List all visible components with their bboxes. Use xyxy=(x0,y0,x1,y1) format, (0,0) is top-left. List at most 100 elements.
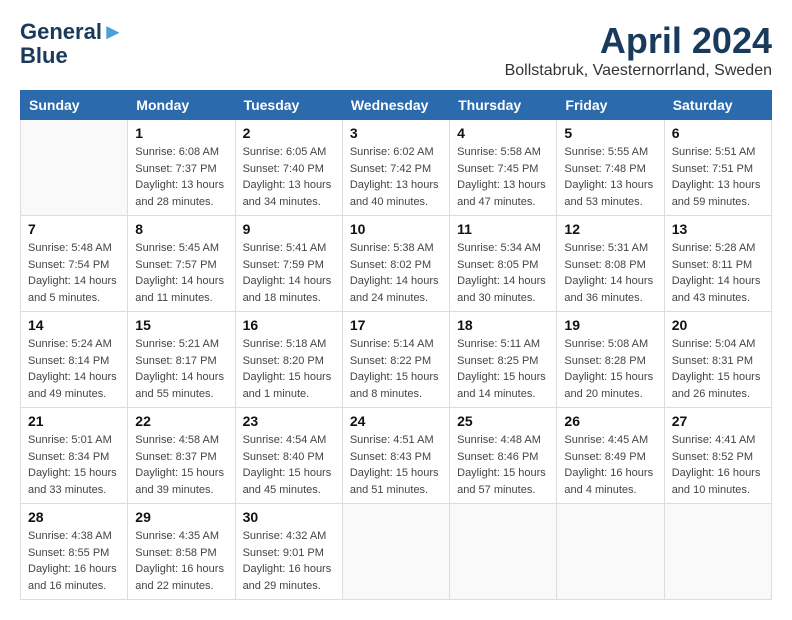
day-info: Sunrise: 5:38 AMSunset: 8:02 PMDaylight:… xyxy=(350,240,442,306)
day-number: 11 xyxy=(457,221,549,237)
day-info: Sunrise: 5:58 AMSunset: 7:45 PMDaylight:… xyxy=(457,144,549,210)
table-row: 25 Sunrise: 4:48 AMSunset: 8:46 PMDayligh… xyxy=(450,408,557,504)
calendar-table: Sunday Monday Tuesday Wednesday Thursday… xyxy=(20,90,772,600)
day-info: Sunrise: 5:48 AMSunset: 7:54 PMDaylight:… xyxy=(28,240,120,306)
day-info: Sunrise: 4:45 AMSunset: 8:49 PMDaylight:… xyxy=(564,432,656,498)
day-info: Sunrise: 5:34 AMSunset: 8:05 PMDaylight:… xyxy=(457,240,549,306)
table-row xyxy=(664,504,771,600)
day-info: Sunrise: 5:24 AMSunset: 8:14 PMDaylight:… xyxy=(28,336,120,402)
title-block: April 2024 Bollstabruk, Vaesternorrland,… xyxy=(505,20,772,80)
main-title: April 2024 xyxy=(505,20,772,62)
table-row: 9 Sunrise: 5:41 AMSunset: 7:59 PMDaylight… xyxy=(235,216,342,312)
day-info: Sunrise: 5:04 AMSunset: 8:31 PMDaylight:… xyxy=(672,336,764,402)
day-number: 13 xyxy=(672,221,764,237)
day-info: Sunrise: 5:31 AMSunset: 8:08 PMDaylight:… xyxy=(564,240,656,306)
day-number: 24 xyxy=(350,413,442,429)
col-thursday: Thursday xyxy=(450,91,557,120)
table-row: 28 Sunrise: 4:38 AMSunset: 8:55 PMDayligh… xyxy=(21,504,128,600)
day-info: Sunrise: 6:08 AMSunset: 7:37 PMDaylight:… xyxy=(135,144,227,210)
day-number: 7 xyxy=(28,221,120,237)
day-number: 28 xyxy=(28,509,120,525)
page-header: General►Blue April 2024 Bollstabruk, Vae… xyxy=(20,20,772,80)
day-number: 6 xyxy=(672,125,764,141)
day-number: 21 xyxy=(28,413,120,429)
day-info: Sunrise: 4:35 AMSunset: 8:58 PMDaylight:… xyxy=(135,528,227,594)
table-row: 7 Sunrise: 5:48 AMSunset: 7:54 PMDaylight… xyxy=(21,216,128,312)
day-info: Sunrise: 5:45 AMSunset: 7:57 PMDaylight:… xyxy=(135,240,227,306)
table-row: 17 Sunrise: 5:14 AMSunset: 8:22 PMDayligh… xyxy=(342,312,449,408)
table-row: 11 Sunrise: 5:34 AMSunset: 8:05 PMDayligh… xyxy=(450,216,557,312)
table-row: 14 Sunrise: 5:24 AMSunset: 8:14 PMDayligh… xyxy=(21,312,128,408)
col-wednesday: Wednesday xyxy=(342,91,449,120)
table-row: 10 Sunrise: 5:38 AMSunset: 8:02 PMDayligh… xyxy=(342,216,449,312)
table-row: 13 Sunrise: 5:28 AMSunset: 8:11 PMDayligh… xyxy=(664,216,771,312)
table-row: 18 Sunrise: 5:11 AMSunset: 8:25 PMDayligh… xyxy=(450,312,557,408)
day-info: Sunrise: 6:02 AMSunset: 7:42 PMDaylight:… xyxy=(350,144,442,210)
day-info: Sunrise: 5:21 AMSunset: 8:17 PMDaylight:… xyxy=(135,336,227,402)
calendar-week-row: 7 Sunrise: 5:48 AMSunset: 7:54 PMDaylight… xyxy=(21,216,772,312)
logo-text: General►Blue xyxy=(20,20,124,68)
calendar-week-row: 28 Sunrise: 4:38 AMSunset: 8:55 PMDayligh… xyxy=(21,504,772,600)
day-info: Sunrise: 5:11 AMSunset: 8:25 PMDaylight:… xyxy=(457,336,549,402)
col-sunday: Sunday xyxy=(21,91,128,120)
col-tuesday: Tuesday xyxy=(235,91,342,120)
table-row: 4 Sunrise: 5:58 AMSunset: 7:45 PMDaylight… xyxy=(450,120,557,216)
day-info: Sunrise: 5:41 AMSunset: 7:59 PMDaylight:… xyxy=(243,240,335,306)
table-row: 19 Sunrise: 5:08 AMSunset: 8:28 PMDayligh… xyxy=(557,312,664,408)
table-row: 22 Sunrise: 4:58 AMSunset: 8:37 PMDayligh… xyxy=(128,408,235,504)
table-row: 12Sunrise: 5:31 AMSunset: 8:08 PMDayligh… xyxy=(557,216,664,312)
logo: General►Blue xyxy=(20,20,124,68)
day-number: 15 xyxy=(135,317,227,333)
table-row: 6 Sunrise: 5:51 AMSunset: 7:51 PMDaylight… xyxy=(664,120,771,216)
calendar-week-row: 1Sunrise: 6:08 AMSunset: 7:37 PMDaylight… xyxy=(21,120,772,216)
table-row: 30Sunrise: 4:32 AMSunset: 9:01 PMDayligh… xyxy=(235,504,342,600)
day-number: 19 xyxy=(564,317,656,333)
day-info: Sunrise: 4:32 AMSunset: 9:01 PMDaylight:… xyxy=(243,528,335,594)
day-info: Sunrise: 4:38 AMSunset: 8:55 PMDaylight:… xyxy=(28,528,120,594)
day-number: 14 xyxy=(28,317,120,333)
day-number: 4 xyxy=(457,125,549,141)
table-row xyxy=(450,504,557,600)
table-row: 23Sunrise: 4:54 AMSunset: 8:40 PMDayligh… xyxy=(235,408,342,504)
day-number: 26 xyxy=(564,413,656,429)
day-info: Sunrise: 5:51 AMSunset: 7:51 PMDaylight:… xyxy=(672,144,764,210)
day-info: Sunrise: 5:55 AMSunset: 7:48 PMDaylight:… xyxy=(564,144,656,210)
table-row xyxy=(342,504,449,600)
col-saturday: Saturday xyxy=(664,91,771,120)
col-monday: Monday xyxy=(128,91,235,120)
table-row xyxy=(21,120,128,216)
day-number: 10 xyxy=(350,221,442,237)
table-row: 15 Sunrise: 5:21 AMSunset: 8:17 PMDayligh… xyxy=(128,312,235,408)
day-number: 18 xyxy=(457,317,549,333)
table-row: 21 Sunrise: 5:01 AMSunset: 8:34 PMDayligh… xyxy=(21,408,128,504)
day-info: Sunrise: 5:14 AMSunset: 8:22 PMDaylight:… xyxy=(350,336,442,402)
day-number: 5 xyxy=(564,125,656,141)
table-row: 29 Sunrise: 4:35 AMSunset: 8:58 PMDayligh… xyxy=(128,504,235,600)
col-friday: Friday xyxy=(557,91,664,120)
day-number: 16 xyxy=(243,317,335,333)
table-row: 27 Sunrise: 4:41 AMSunset: 8:52 PMDayligh… xyxy=(664,408,771,504)
table-row: 1Sunrise: 6:08 AMSunset: 7:37 PMDaylight… xyxy=(128,120,235,216)
day-number: 20 xyxy=(672,317,764,333)
day-number: 8 xyxy=(135,221,227,237)
day-info: Sunrise: 5:01 AMSunset: 8:34 PMDaylight:… xyxy=(28,432,120,498)
day-info: Sunrise: 5:08 AMSunset: 8:28 PMDaylight:… xyxy=(564,336,656,402)
day-number: 9 xyxy=(243,221,335,237)
day-info: Sunrise: 4:41 AMSunset: 8:52 PMDaylight:… xyxy=(672,432,764,498)
day-number: 25 xyxy=(457,413,549,429)
day-info: Sunrise: 4:54 AMSunset: 8:40 PMDaylight:… xyxy=(243,432,335,498)
calendar-week-row: 21 Sunrise: 5:01 AMSunset: 8:34 PMDayligh… xyxy=(21,408,772,504)
calendar-header-row: Sunday Monday Tuesday Wednesday Thursday… xyxy=(21,91,772,120)
table-row: 16 Sunrise: 5:18 AMSunset: 8:20 PMDayligh… xyxy=(235,312,342,408)
day-number: 27 xyxy=(672,413,764,429)
day-info: Sunrise: 5:28 AMSunset: 8:11 PMDaylight:… xyxy=(672,240,764,306)
day-number: 17 xyxy=(350,317,442,333)
day-info: Sunrise: 4:58 AMSunset: 8:37 PMDaylight:… xyxy=(135,432,227,498)
day-info: Sunrise: 4:48 AMSunset: 8:46 PMDaylight:… xyxy=(457,432,549,498)
table-row: 5 Sunrise: 5:55 AMSunset: 7:48 PMDaylight… xyxy=(557,120,664,216)
day-info: Sunrise: 5:18 AMSunset: 8:20 PMDaylight:… xyxy=(243,336,335,402)
day-number: 3 xyxy=(350,125,442,141)
day-number: 22 xyxy=(135,413,227,429)
day-number: 2 xyxy=(243,125,335,141)
day-number: 29 xyxy=(135,509,227,525)
